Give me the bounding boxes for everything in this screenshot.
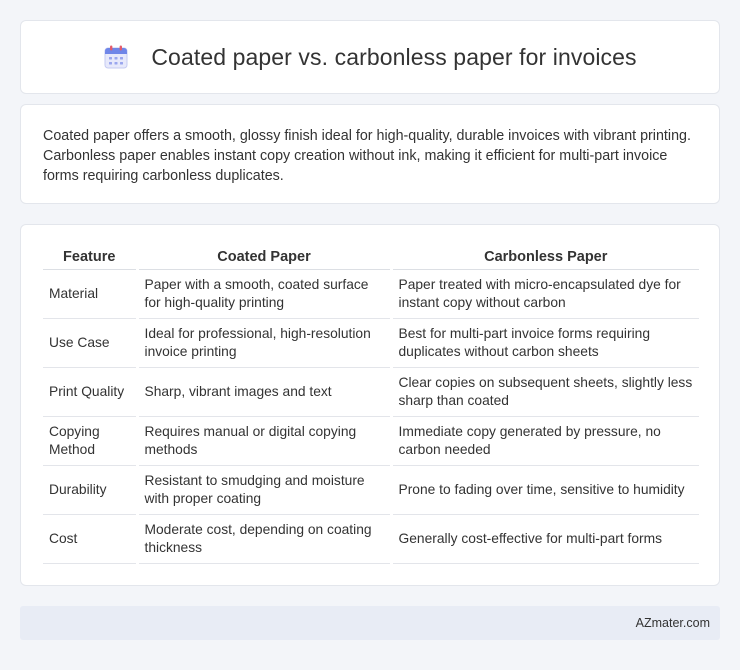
feature-cell: Use Case [43, 318, 137, 368]
feature-cell: Copying Method [43, 416, 137, 466]
carbonless-cell: Clear copies on subsequent sheets, sligh… [389, 367, 699, 417]
calendar-icon [103, 44, 129, 70]
table-header-row: Feature Coated Paper Carbonless Paper [43, 245, 699, 270]
carbonless-cell: Prone to fading over time, sensitive to … [389, 465, 699, 515]
carbonless-cell: Paper treated with micro-encapsulated dy… [389, 269, 699, 319]
coated-cell: Resistant to smudging and moisture with … [135, 465, 391, 515]
comparison-table: Feature Coated Paper Carbonless Paper Ma… [43, 245, 699, 564]
table-row: Material Paper with a smooth, coated sur… [43, 269, 699, 319]
title-card: Coated paper vs. carbonless paper for in… [20, 20, 720, 94]
table-row: Cost Moderate cost, depending on coating… [43, 514, 699, 564]
carbonless-cell: Best for multi-part invoice forms requir… [389, 318, 699, 368]
footer-brand[interactable]: AZmater.com [636, 616, 710, 630]
page-title: Coated paper vs. carbonless paper for in… [151, 43, 637, 70]
table-row: Durability Resistant to smudging and moi… [43, 465, 699, 515]
feature-cell: Print Quality [43, 367, 137, 417]
comparison-card: Feature Coated Paper Carbonless Paper Ma… [20, 224, 720, 586]
feature-cell: Cost [43, 514, 137, 564]
intro-card: Coated paper offers a smooth, glossy fin… [20, 104, 720, 204]
coated-cell: Paper with a smooth, coated surface for … [135, 269, 391, 319]
intro-text: Coated paper offers a smooth, glossy fin… [43, 128, 691, 184]
coated-cell: Moderate cost, depending on coating thic… [135, 514, 391, 564]
coated-cell: Ideal for professional, high-resolution … [135, 318, 391, 368]
table-row: Print Quality Sharp, vibrant images and … [43, 367, 699, 417]
table-row: Use Case Ideal for professional, high-re… [43, 318, 699, 368]
footer-bar: AZmater.com [20, 606, 720, 640]
table-row: Copying Method Requires manual or digita… [43, 416, 699, 466]
coated-cell: Sharp, vibrant images and text [135, 367, 391, 417]
carbonless-cell: Immediate copy generated by pressure, no… [389, 416, 699, 466]
column-header-carbonless: Carbonless Paper [389, 245, 699, 270]
coated-cell: Requires manual or digital copying metho… [135, 416, 391, 466]
carbonless-cell: Generally cost-effective for multi-part … [389, 514, 699, 564]
feature-cell: Durability [43, 465, 137, 515]
column-header-coated: Coated Paper [135, 245, 391, 270]
column-header-feature: Feature [43, 245, 137, 270]
feature-cell: Material [43, 269, 137, 319]
